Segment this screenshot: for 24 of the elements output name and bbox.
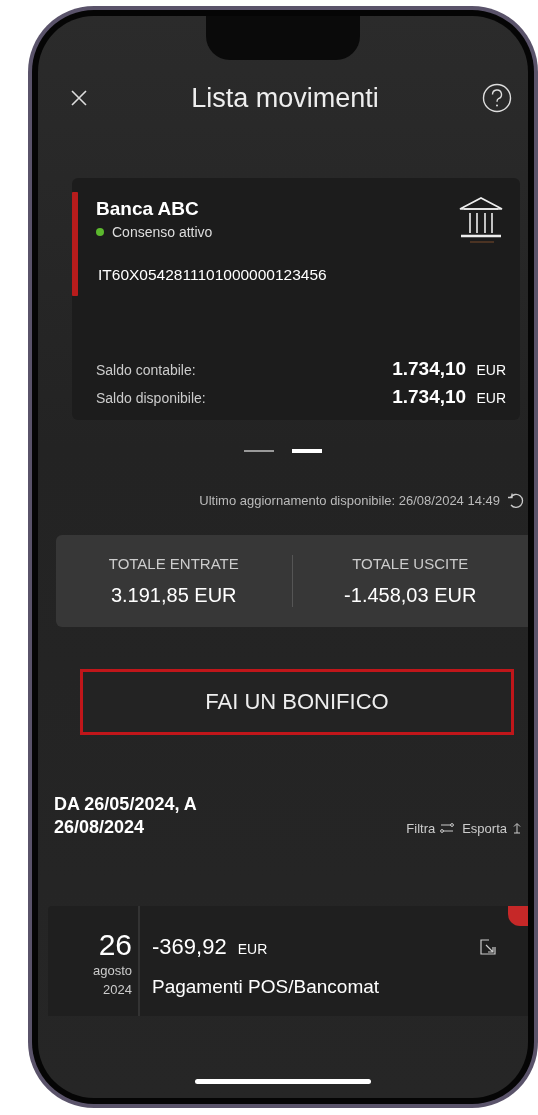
transaction-amount: -369,92 EUR — [152, 933, 268, 960]
transaction-year: 2024 — [103, 980, 132, 999]
balance-label: Saldo disponibile: — [96, 390, 206, 406]
export-link[interactable]: Esporta — [462, 820, 522, 836]
total-label: TOTALE ENTRATE — [108, 555, 239, 572]
balance-label: Saldo contabile: — [96, 362, 196, 378]
transaction-card[interactable]: 26 agosto 2024 -369,92 EUR Pagamenti POS/Bancomat — [48, 905, 528, 1016]
total-amount: -1.458,03 EUR — [344, 584, 477, 607]
page-title: Lista movimenti — [191, 82, 379, 114]
period-range: DA 26/05/2024, A 26/08/2024 — [54, 793, 198, 840]
transaction-description: Pagamenti POS/Bancomat — [152, 975, 381, 998]
transaction-day: 26 — [98, 927, 132, 962]
balance-amount: 1.734,10 EUR — [392, 358, 506, 380]
total-label: TOTALE USCITE — [352, 555, 469, 572]
iban: IT60X0542811101000000123456 — [98, 266, 328, 284]
bank-name: Banca ABC — [96, 198, 200, 220]
transaction-month: agosto — [92, 961, 132, 980]
last-update-text: Ultimo aggiornamento disponibile: 26/08/2024 14:49 — [199, 492, 500, 508]
filter-link[interactable]: Filtra — [406, 820, 455, 836]
consent-status: Consenso attivo — [112, 224, 213, 240]
balance-amount: 1.734,10 EUR — [392, 386, 506, 408]
transfer-button[interactable]: FAI UN BONIFICO — [80, 669, 514, 735]
total-amount: 3.191,85 EUR — [110, 584, 237, 607]
account-card[interactable]: Banca ABC Consenso attivo IT60X0542811101000000123456 Saldo contabile: 1.734,10 EUR Saldo disponibile: 1.734,10 EUR — [72, 178, 520, 420]
